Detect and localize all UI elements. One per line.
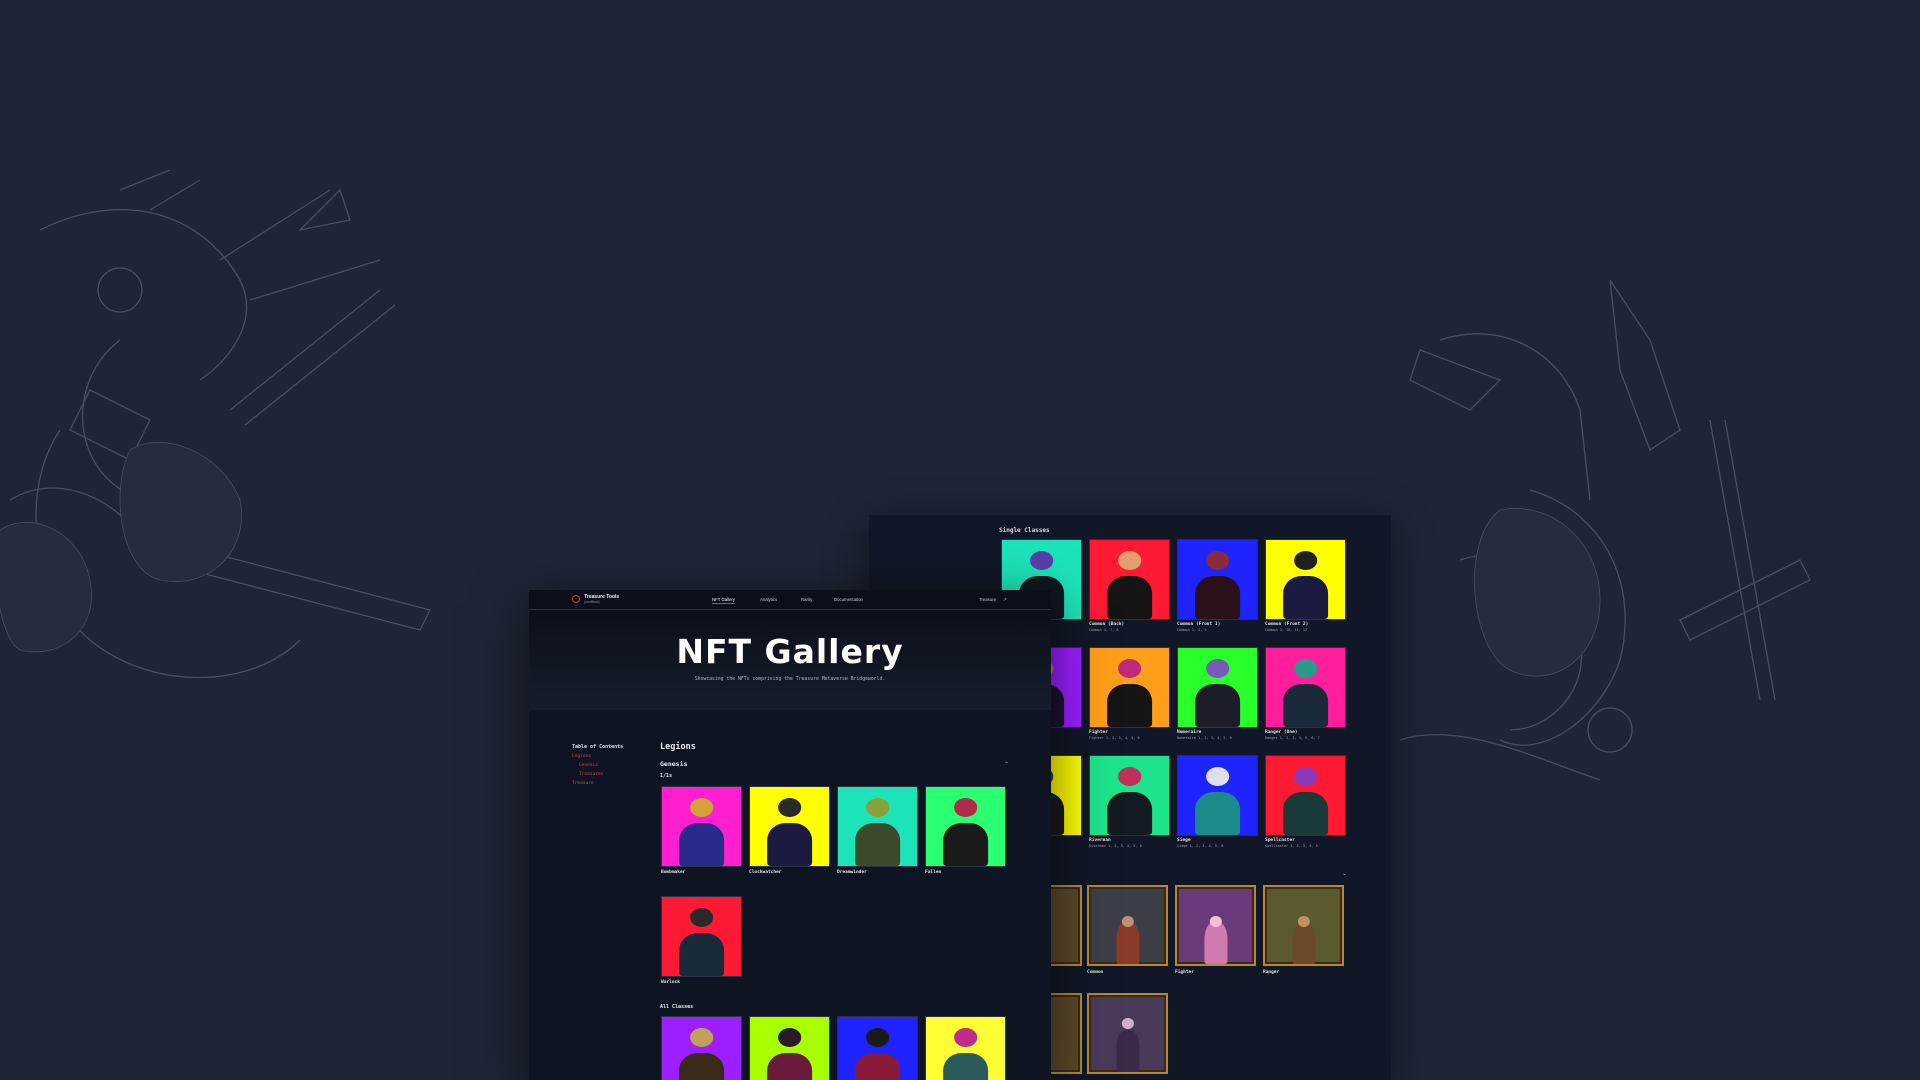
toc-title: Table of Contents: [572, 744, 624, 750]
nft-card[interactable]: [661, 896, 742, 977]
nav-analytics[interactable]: Analytics: [760, 597, 777, 602]
toc-link-treasures[interactable]: Treasures: [572, 772, 623, 777]
subsection-heading-genesis: Genesis: [660, 760, 688, 768]
nft-card-framed[interactable]: [1087, 885, 1168, 966]
hero-section: NFT Gallery Showcasing the NFTs comprisi…: [529, 610, 1051, 710]
nft-card[interactable]: [1177, 539, 1258, 620]
top-navbar: Treasure Tools (unofficial) NFT Gallery …: [529, 590, 1051, 610]
page-subtitle: Showcasing the NFTs comprising the Treas…: [694, 677, 886, 682]
treasure-logo-icon[interactable]: [572, 595, 580, 603]
single-classes-heading: Single Classes: [999, 527, 1050, 534]
brand-subtitle: (unofficial): [584, 600, 600, 604]
nft-card[interactable]: [661, 786, 742, 867]
external-link-icon: ↗: [1003, 597, 1007, 602]
group-heading-1of1s: 1/1s: [660, 773, 673, 779]
chevron-down-icon[interactable]: ⌄: [1342, 870, 1347, 877]
nft-card[interactable]: [925, 1016, 1006, 1080]
nft-card[interactable]: [1089, 539, 1170, 620]
table-of-contents: Table of Contents Legions Genesis Treasu…: [572, 744, 623, 786]
nav-nft-gallery[interactable]: NFT Gallery: [712, 597, 736, 604]
nft-card[interactable]: [1265, 647, 1346, 728]
marketing-stage: Single Classes Common (Back) Common 4, 7,…: [0, 0, 1920, 1080]
nft-card-framed[interactable]: [1087, 993, 1168, 1074]
nft-card[interactable]: [1089, 755, 1170, 836]
toc-link-genesis[interactable]: Genesis: [572, 763, 623, 768]
nft-card[interactable]: [925, 786, 1006, 867]
nft-card[interactable]: [749, 786, 830, 867]
nft-card[interactable]: [1265, 755, 1346, 836]
ninja-line-art-right: [1399, 279, 1811, 781]
nav-documentation[interactable]: Documentation: [834, 597, 863, 602]
chevron-down-icon[interactable]: ⌄: [1004, 758, 1009, 765]
section-heading-legions: Legions: [660, 742, 696, 752]
front-gallery-panel: Treasure Tools (unofficial) NFT Gallery …: [529, 590, 1051, 1080]
nft-card[interactable]: [1177, 755, 1258, 836]
nav-rarity[interactable]: Rarity: [801, 597, 812, 602]
nft-card-framed[interactable]: [1175, 885, 1256, 966]
nft-card-framed[interactable]: [1263, 885, 1344, 966]
nft-card[interactable]: [661, 1016, 742, 1080]
nft-card[interactable]: [1089, 647, 1170, 728]
group-heading-all-classes: All Classes: [660, 1004, 694, 1010]
samurai-line-art-left: [0, 170, 431, 679]
toc-link-legions[interactable]: Legions: [572, 754, 623, 759]
nft-card[interactable]: [1177, 647, 1258, 728]
toc-link-treasure[interactable]: Treasure: [572, 781, 623, 786]
nav-treasure-external-link[interactable]: Treasure: [979, 597, 996, 602]
nft-card[interactable]: [837, 786, 918, 867]
page-title: NFT Gallery: [676, 632, 904, 671]
nft-card[interactable]: [837, 1016, 918, 1080]
nft-card[interactable]: [749, 1016, 830, 1080]
nft-card[interactable]: [1265, 539, 1346, 620]
